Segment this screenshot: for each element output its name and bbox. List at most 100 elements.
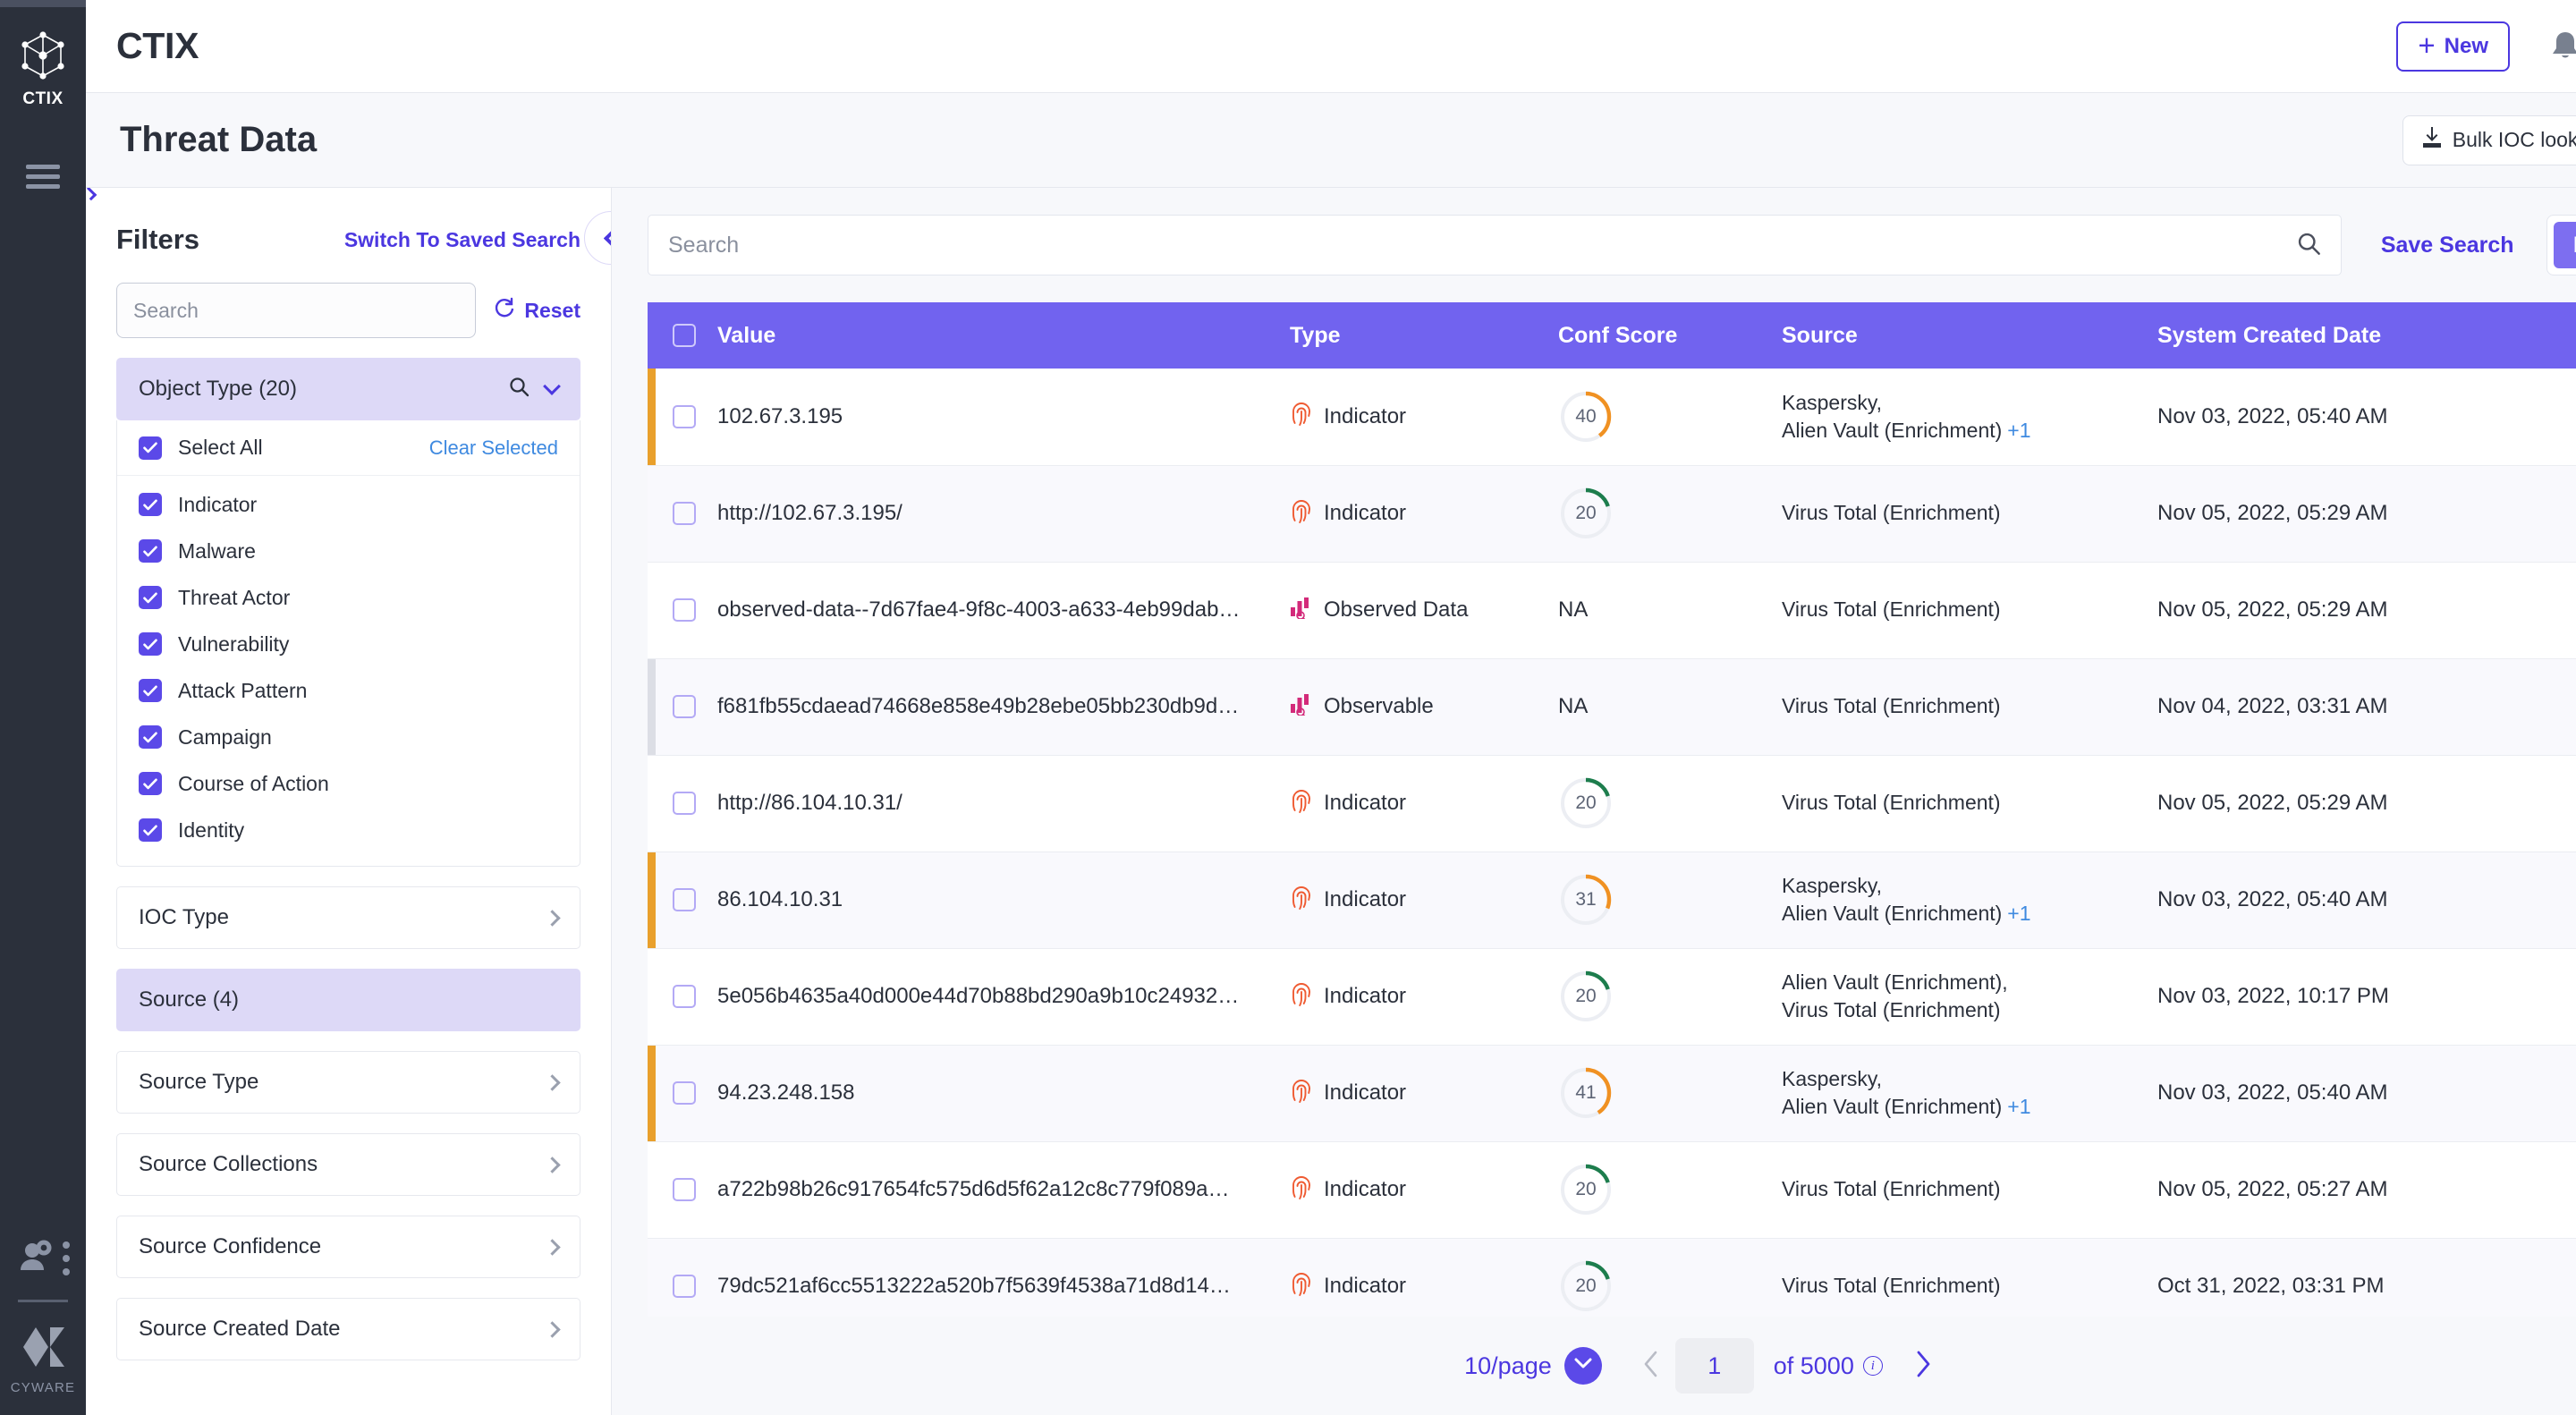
row-checkbox[interactable] bbox=[673, 695, 696, 718]
filter-section-source-header[interactable]: Source (4) bbox=[116, 969, 580, 1031]
source-extra-count[interactable]: +1 bbox=[2007, 1095, 2030, 1118]
filter-section-source-confidence-header[interactable]: Source Confidence bbox=[116, 1216, 580, 1278]
object-type-checkbox[interactable] bbox=[139, 725, 162, 749]
filter-search-row: Reset bbox=[116, 283, 580, 338]
search-bar[interactable] bbox=[648, 215, 2342, 275]
table-row[interactable]: http://102.67.3.195/Indicator20Virus Tot… bbox=[648, 465, 2576, 562]
row-checkbox[interactable] bbox=[673, 1081, 696, 1105]
collapse-filter-panel-button[interactable] bbox=[584, 211, 612, 265]
table-row[interactable]: 79dc521af6cc5513222a520b7f5639f4538a71d8… bbox=[648, 1238, 2576, 1317]
per-page-label[interactable]: 10/page bbox=[1464, 1352, 1552, 1380]
chevron-down-icon[interactable] bbox=[543, 377, 561, 395]
object-type-checkbox[interactable] bbox=[139, 818, 162, 842]
header-conf-score[interactable]: Conf Score bbox=[1558, 302, 1782, 369]
header-type[interactable]: Type bbox=[1290, 302, 1558, 369]
bulk-ioc-lookup-button[interactable]: Bulk IOC lookup i bbox=[2402, 115, 2576, 165]
table-row[interactable]: observed-data--7d67fae4-9f8c-4003-a633-4… bbox=[648, 562, 2576, 658]
new-button[interactable]: + New bbox=[2396, 21, 2510, 72]
row-checkbox[interactable] bbox=[673, 502, 696, 525]
header-source[interactable]: Source bbox=[1782, 302, 2157, 369]
source-extra-count[interactable]: +1 bbox=[2007, 902, 2030, 925]
list-item[interactable]: Malware bbox=[117, 528, 580, 574]
save-search-button[interactable]: Save Search bbox=[2381, 233, 2514, 258]
cell-value[interactable]: 5e056b4635a40d000e44d70b88bd290a9b10c249… bbox=[717, 948, 1290, 1045]
table-row[interactable]: http://86.104.10.31/Indicator20Virus Tot… bbox=[648, 755, 2576, 852]
cell-value[interactable]: 94.23.248.158 bbox=[717, 1045, 1290, 1141]
list-item[interactable]: Identity bbox=[117, 807, 580, 853]
cell-value[interactable]: 102.67.3.195 bbox=[717, 369, 1290, 465]
object-type-checkbox[interactable] bbox=[139, 632, 162, 656]
clear-selected-link[interactable]: Clear Selected bbox=[429, 436, 558, 460]
bell-icon[interactable] bbox=[2547, 29, 2576, 64]
select-all-rows-checkbox[interactable] bbox=[673, 324, 696, 347]
list-item[interactable]: Course of Action bbox=[117, 760, 580, 807]
plus-icon: + bbox=[2418, 30, 2435, 60]
tab-filters[interactable]: Filters bbox=[2554, 222, 2576, 268]
header-system-created-date[interactable]: System Created Date bbox=[2157, 302, 2576, 369]
chevron-right-icon bbox=[86, 188, 97, 200]
cell-value[interactable]: 86.104.10.31 bbox=[717, 852, 1290, 948]
list-item[interactable]: Indicator bbox=[117, 481, 580, 528]
table-row[interactable]: 94.23.248.158Indicator41Kaspersky,Alien … bbox=[648, 1045, 2576, 1141]
filter-search-input[interactable] bbox=[116, 283, 476, 338]
next-page-button[interactable] bbox=[1913, 1350, 1933, 1383]
filter-section-source-created-date-header[interactable]: Source Created Date bbox=[116, 1298, 580, 1360]
admin-settings-button[interactable] bbox=[17, 1240, 70, 1276]
cell-value[interactable]: http://86.104.10.31/ bbox=[717, 755, 1290, 852]
list-item[interactable]: Attack Pattern bbox=[117, 667, 580, 714]
conf-score-value: 31 bbox=[1558, 872, 1614, 928]
filters-cql-toggle: Filters CQL bbox=[2546, 215, 2576, 275]
reset-filters-button[interactable]: Reset bbox=[494, 297, 580, 324]
table-row[interactable]: 102.67.3.195Indicator40Kaspersky,Alien V… bbox=[648, 369, 2576, 465]
more-vertical-icon[interactable] bbox=[63, 1241, 70, 1275]
search-input[interactable] bbox=[668, 233, 2296, 258]
cell-value[interactable]: f681fb55cdaead74668e858e49b28ebe05bb230d… bbox=[717, 658, 1290, 755]
list-item[interactable]: Campaign bbox=[117, 714, 580, 760]
cell-value[interactable]: observed-data--7d67fae4-9f8c-4003-a633-4… bbox=[717, 562, 1290, 658]
filter-section-object-type-header[interactable]: Object Type (20) bbox=[116, 358, 580, 420]
hamburger-icon[interactable] bbox=[26, 165, 60, 189]
source-extra-count[interactable]: +1 bbox=[2007, 419, 2030, 442]
info-icon[interactable]: i bbox=[1863, 1356, 1883, 1376]
object-type-checkbox[interactable] bbox=[139, 539, 162, 563]
cell-value[interactable]: 79dc521af6cc5513222a520b7f5639f4538a71d8… bbox=[717, 1238, 1290, 1317]
search-icon[interactable] bbox=[508, 376, 530, 403]
table-row[interactable]: 86.104.10.31Indicator31Kaspersky,Alien V… bbox=[648, 852, 2576, 948]
select-all-checkbox[interactable] bbox=[139, 436, 162, 460]
source-line: Virus Total (Enrichment) bbox=[1782, 791, 2001, 814]
row-checkbox[interactable] bbox=[673, 792, 696, 815]
type-label: Indicator bbox=[1324, 1177, 1406, 1202]
select-all-row[interactable]: Select All Clear Selected bbox=[117, 420, 580, 476]
switch-to-saved-search-link[interactable]: Switch To Saved Search bbox=[344, 228, 580, 252]
row-checkbox[interactable] bbox=[673, 598, 696, 622]
cell-value[interactable]: a722b98b26c917654fc575d6d5f62a12c8c779f0… bbox=[717, 1141, 1290, 1238]
of-total-label: of 5000 bbox=[1774, 1352, 1854, 1380]
search-icon[interactable] bbox=[2296, 231, 2321, 260]
filter-section-source-collections-header[interactable]: Source Collections bbox=[116, 1133, 580, 1196]
type-label: Indicator bbox=[1324, 501, 1406, 526]
object-type-checkbox[interactable] bbox=[139, 772, 162, 795]
object-type-checkbox[interactable] bbox=[139, 493, 162, 516]
filter-section-ioc-type-header[interactable]: IOC Type bbox=[116, 886, 580, 949]
table-row[interactable]: 5e056b4635a40d000e44d70b88bd290a9b10c249… bbox=[648, 948, 2576, 1045]
object-type-checkbox[interactable] bbox=[139, 679, 162, 702]
header-value[interactable]: Value bbox=[717, 302, 1290, 369]
object-type-checkbox[interactable] bbox=[139, 586, 162, 609]
table-row[interactable]: f681fb55cdaead74668e858e49b28ebe05bb230d… bbox=[648, 658, 2576, 755]
row-checkbox[interactable] bbox=[673, 1275, 696, 1298]
row-checkbox[interactable] bbox=[673, 985, 696, 1008]
per-page-dropdown[interactable] bbox=[1564, 1347, 1602, 1385]
rail-logo[interactable]: CTIX bbox=[20, 30, 66, 109]
previous-page-button[interactable] bbox=[1641, 1350, 1661, 1383]
list-item[interactable]: Threat Actor bbox=[117, 574, 580, 621]
row-checkbox[interactable] bbox=[673, 888, 696, 911]
filter-section-source-type-header[interactable]: Source Type bbox=[116, 1051, 580, 1114]
row-checkbox[interactable] bbox=[673, 405, 696, 428]
cell-conf-score: NA bbox=[1558, 562, 1782, 658]
page-number-input[interactable]: 1 bbox=[1675, 1338, 1754, 1394]
table-row[interactable]: a722b98b26c917654fc575d6d5f62a12c8c779f0… bbox=[648, 1141, 2576, 1238]
cell-source: Virus Total (Enrichment) bbox=[1782, 465, 2157, 562]
list-item[interactable]: Vulnerability bbox=[117, 621, 580, 667]
row-checkbox[interactable] bbox=[673, 1178, 696, 1201]
cell-value[interactable]: http://102.67.3.195/ bbox=[717, 465, 1290, 562]
